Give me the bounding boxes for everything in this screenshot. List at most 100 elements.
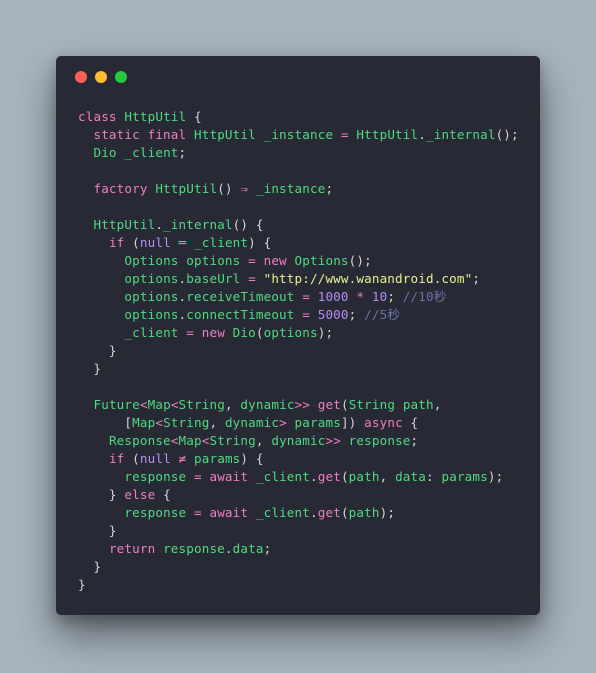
identifier-token: options [124,289,179,304]
punctuation-token: } [78,577,86,592]
punctuation-token [78,271,124,286]
type-token: Dio [232,325,256,340]
keyword-token: await [209,505,256,520]
punctuation-token: } [78,361,102,376]
keyword-token: return [108,541,164,556]
identifier-token: options [124,271,179,286]
type-token: String [178,397,225,412]
punctuation-token: , [433,397,442,412]
punctuation-token [78,181,93,196]
punctuation-token [78,253,124,268]
operator-token: * [356,289,372,304]
identifier-token: data [232,541,264,556]
identifier-token: params [294,415,341,430]
punctuation-token [78,325,124,340]
number-token: 10 [371,289,388,304]
code-line: options.connectTimeout = 5000; //5秒 [78,306,519,324]
punctuation-token: ; [348,307,365,322]
identifier-token: data [395,469,427,484]
number-token: null [139,235,179,250]
type-token: Map [178,433,202,448]
operator-token: ≠ [178,451,195,466]
type-token: Dio [93,145,125,160]
keyword-token: factory [93,181,156,196]
punctuation-token [78,307,124,322]
punctuation-token: ); [317,325,334,340]
number-token: null [139,451,179,466]
operator-token: < [139,397,148,412]
punctuation-token: { [163,487,171,502]
number-token: 1000 [317,289,357,304]
punctuation-token: } [78,487,125,502]
code-line: } else { [78,486,519,504]
code-line: return response.data; [78,540,519,558]
type-token: Map [147,397,171,412]
identifier-token: _internal [425,127,496,142]
operator-token: < [155,415,164,430]
type-token: Map [132,415,156,430]
code-line: Response<Map<String, dynamic>> response; [78,432,519,450]
code-line: } [78,342,519,360]
type-token: String [209,433,256,448]
operator-token: = [194,505,210,520]
identifier-token: baseUrl [186,271,249,286]
punctuation-token: ( [255,325,264,340]
keyword-token: if [108,235,133,250]
operator-token: < [170,397,179,412]
zoom-icon[interactable] [115,71,127,83]
operator-token: > [279,415,295,430]
punctuation-token: , [224,397,241,412]
operator-token: ═ [178,235,195,250]
type-token: HttpUtil [124,109,194,124]
code-block: class HttpUtil { static final HttpUtil _… [78,108,519,594]
identifier-token: response [348,433,411,448]
keyword-token: if [108,451,133,466]
punctuation-token: ; [410,433,419,448]
close-icon[interactable] [75,71,87,83]
operator-token: >> [294,397,318,412]
punctuation-token: ; [387,289,403,304]
code-line: static final HttpUtil _instance = HttpUt… [78,126,519,144]
code-line: } [78,360,519,378]
punctuation-token: . [310,505,318,520]
punctuation-token: ( [132,235,140,250]
keyword-token: get [317,469,341,484]
keyword-token: class [78,109,125,124]
identifier-token: _client [124,145,179,160]
code-line: Future<Map<String, dynamic>> get(String … [78,396,519,414]
punctuation-token: (); [348,253,372,268]
keyword-token: get [317,505,341,520]
type-token: Options [124,253,187,268]
type-token: HttpUtil [93,217,156,232]
identifier-token: response [163,541,225,556]
punctuation-token: , [209,415,225,430]
identifier-token: _client [255,505,310,520]
code-line: Dio _client; [78,144,519,162]
punctuation-token: : [426,469,442,484]
punctuation-token: ); [487,469,504,484]
punctuation-token: ; [325,181,334,196]
punctuation-token: ); [379,505,396,520]
number-token: 5000 [317,307,349,322]
type-token: dynamic [271,433,326,448]
punctuation-token: { [194,109,202,124]
code-line: [Map<String, dynamic> params]) async { [78,414,519,432]
operator-token: = [302,289,318,304]
code-line: HttpUtil._internal() { [78,216,519,234]
identifier-token: options [263,325,318,340]
punctuation-token: ; [472,271,481,286]
punctuation-token: { [410,415,419,430]
punctuation-token: . [155,217,164,232]
punctuation-token [78,505,124,520]
operator-token: = [302,307,318,322]
punctuation-token: } [78,343,117,358]
code-line: response = await _client.get(path, data:… [78,468,519,486]
minimize-icon[interactable] [95,71,107,83]
punctuation-token: (); [495,127,519,142]
operator-token: >> [325,433,349,448]
identifier-token: params [441,469,488,484]
punctuation-token [78,469,124,484]
punctuation-token: ( [340,505,349,520]
window-controls [75,71,127,83]
